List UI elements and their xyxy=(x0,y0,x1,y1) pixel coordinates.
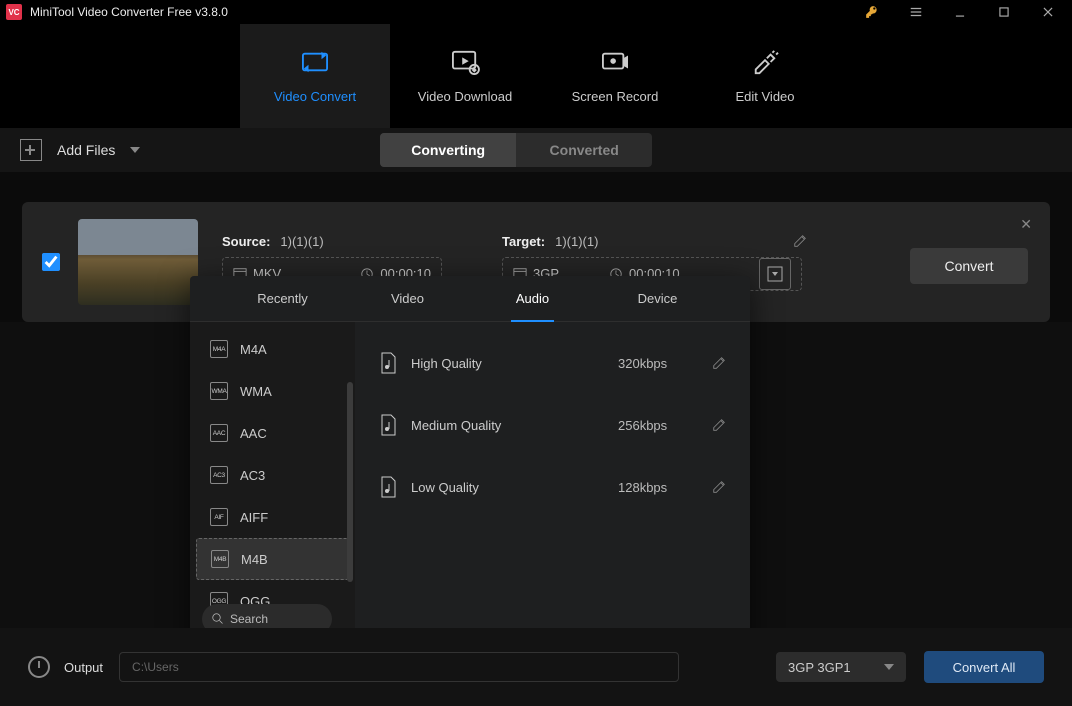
menu-icon[interactable] xyxy=(898,0,934,24)
quality-list: High Quality320kbpsMedium Quality256kbps… xyxy=(355,322,750,648)
quality-item[interactable]: Medium Quality256kbps xyxy=(365,394,740,456)
schedule-icon[interactable] xyxy=(28,656,50,678)
add-files-icon xyxy=(20,139,42,161)
close-button[interactable] xyxy=(1030,0,1066,24)
tab-screen-record[interactable]: Screen Record xyxy=(540,24,690,128)
app-title: MiniTool Video Converter Free v3.8.0 xyxy=(30,5,846,19)
convert-all-button[interactable]: Convert All xyxy=(924,651,1044,683)
status-segments: Converting Converted xyxy=(380,133,652,167)
quality-item[interactable]: High Quality320kbps xyxy=(365,332,740,394)
format-item-m4b[interactable]: M4BM4B xyxy=(196,538,349,580)
chevron-down-icon xyxy=(130,147,140,153)
edit-target-icon[interactable] xyxy=(793,234,807,248)
thumbnail[interactable] xyxy=(78,219,198,305)
source-label: Source: xyxy=(222,234,270,249)
chevron-down-icon xyxy=(884,664,894,670)
convert-button[interactable]: Convert xyxy=(910,248,1028,284)
tab-video-download[interactable]: Video Download xyxy=(390,24,540,128)
edit-icon[interactable] xyxy=(712,480,726,494)
picker-tab-video[interactable]: Video xyxy=(345,276,470,321)
target-label: Target: xyxy=(502,234,545,249)
format-item-wma[interactable]: WMAWMA xyxy=(190,370,355,412)
picker-tab-recently[interactable]: Recently xyxy=(220,276,345,321)
add-files-button[interactable]: Add Files xyxy=(20,139,140,161)
tab-label: Video Download xyxy=(418,89,512,104)
tab-label: Screen Record xyxy=(572,89,659,104)
output-label: Output xyxy=(64,660,103,675)
preset-select[interactable]: 3GP 3GP1 xyxy=(776,652,906,682)
format-item-aac[interactable]: AACAAC xyxy=(190,412,355,454)
segment-converting[interactable]: Converting xyxy=(380,133,516,167)
output-path-input[interactable]: C:\Users xyxy=(119,652,679,682)
source-name: 1)(1)(1) xyxy=(280,234,323,249)
edit-icon[interactable] xyxy=(712,418,726,432)
key-icon[interactable] xyxy=(854,0,890,24)
format-item-ac3[interactable]: AC3AC3 xyxy=(190,454,355,496)
row-checkbox[interactable] xyxy=(42,253,60,271)
format-icon: M4A xyxy=(210,340,228,358)
format-icon: AAC xyxy=(210,424,228,442)
music-file-icon xyxy=(379,476,397,498)
format-icon: AIF xyxy=(210,508,228,526)
scrollbar[interactable] xyxy=(347,382,353,582)
picker-tab-device[interactable]: Device xyxy=(595,276,720,321)
format-sidebar: WAVWAVM4AM4AWMAWMAAACAACAC3AC3AIFAIFFM4B… xyxy=(190,322,355,648)
format-icon: M4B xyxy=(211,550,229,568)
remove-row-button[interactable]: ✕ xyxy=(1020,216,1032,233)
quality-item[interactable]: Low Quality128kbps xyxy=(365,456,740,518)
music-file-icon xyxy=(379,414,397,436)
music-file-icon xyxy=(379,352,397,374)
tab-edit-video[interactable]: Edit Video xyxy=(690,24,840,128)
format-icon: WMA xyxy=(210,382,228,400)
format-item-m4a[interactable]: M4AM4A xyxy=(190,328,355,370)
format-icon: AC3 xyxy=(210,466,228,484)
picker-tab-audio[interactable]: Audio xyxy=(470,276,595,321)
edit-icon[interactable] xyxy=(712,356,726,370)
maximize-button[interactable] xyxy=(986,0,1022,24)
tab-label: Video Convert xyxy=(274,89,356,104)
target-format-picker[interactable] xyxy=(759,258,791,290)
format-item-aiff[interactable]: AIFAIFF xyxy=(190,496,355,538)
app-logo: VC xyxy=(6,4,22,20)
tab-video-convert[interactable]: Video Convert xyxy=(240,24,390,128)
segment-converted[interactable]: Converted xyxy=(516,133,652,167)
target-name: 1)(1)(1) xyxy=(555,234,598,249)
minimize-button[interactable] xyxy=(942,0,978,24)
tab-label: Edit Video xyxy=(735,89,794,104)
